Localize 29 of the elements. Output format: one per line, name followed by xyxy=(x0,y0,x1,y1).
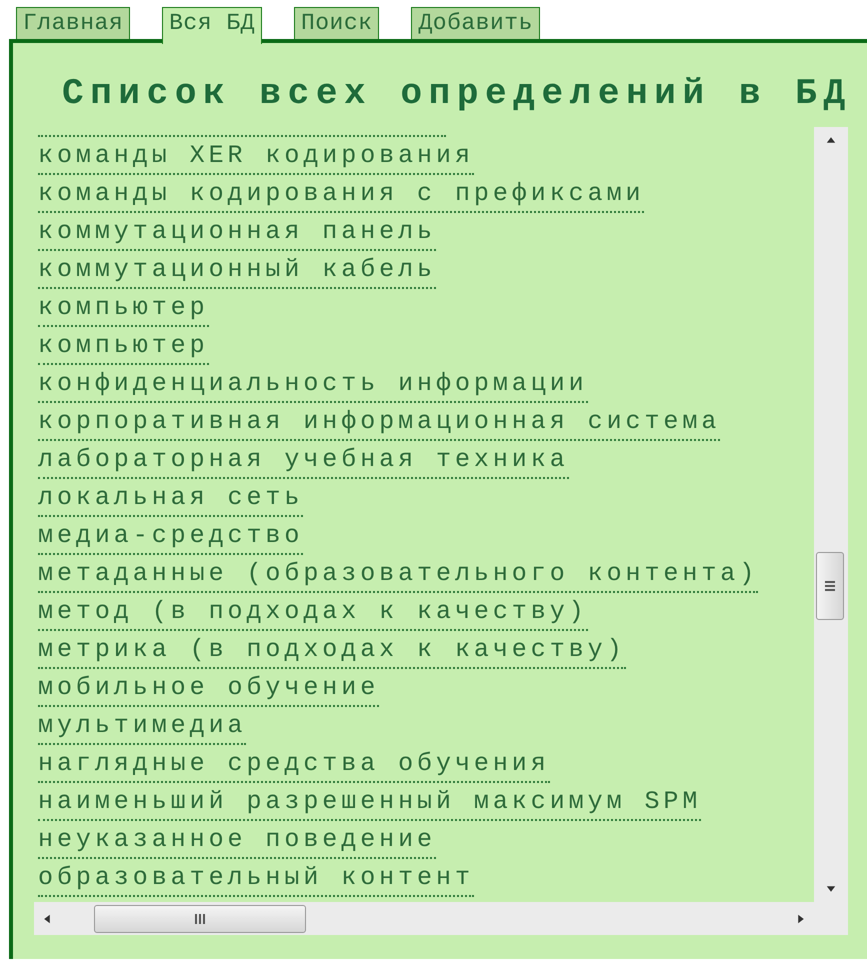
term-link[interactable]: коммутационная панель xyxy=(38,215,436,251)
scroll-thumb[interactable] xyxy=(94,905,306,933)
term-link[interactable]: наименьший разрешенный максимум SPM xyxy=(38,785,702,821)
term-link[interactable]: медиа-средство xyxy=(38,519,304,555)
term-link[interactable]: команды кодирования с префиксами xyxy=(38,177,644,213)
term-link[interactable]: корпоративная информационная система xyxy=(38,405,720,441)
term-link[interactable]: мобильное обучение xyxy=(38,671,380,707)
tab[interactable]: Добавить xyxy=(411,7,540,39)
tab[interactable]: Вся БД xyxy=(162,7,262,44)
term-link[interactable]: компьютер xyxy=(38,291,209,327)
term-link[interactable]: команды XER кодирования xyxy=(38,139,474,175)
term-link[interactable]: образовательный контент xyxy=(38,861,474,897)
page-heading: Список всех определений в БД xyxy=(62,73,853,115)
term-link[interactable]: неуказанное поведение xyxy=(38,823,436,859)
term-link[interactable]: коммутационный кабель xyxy=(38,253,436,289)
term-link[interactable]: лабораторная учебная техника xyxy=(38,443,569,479)
term-link[interactable]: метаданные (образовательного контента) xyxy=(38,557,758,593)
term-link[interactable]: метрика (в подходах к качеству) xyxy=(38,633,626,669)
term-link[interactable]: мультимедиа xyxy=(38,709,246,745)
tab[interactable]: Главная xyxy=(16,7,130,39)
term-link[interactable]: локальная сеть xyxy=(38,481,304,517)
vertical-scrollbar[interactable] xyxy=(814,127,848,902)
horizontal-scrollbar[interactable] xyxy=(34,902,814,935)
term-link[interactable]: метод (в подходах к качеству) xyxy=(38,595,588,631)
term-link[interactable]: конфиденциальность информации xyxy=(38,367,588,403)
term-link[interactable]: наглядные средства обучения xyxy=(38,747,550,783)
term-link[interactable]: компьютер xyxy=(38,329,209,365)
tab[interactable]: Поиск xyxy=(294,7,380,39)
scroll-thumb[interactable] xyxy=(816,552,844,620)
